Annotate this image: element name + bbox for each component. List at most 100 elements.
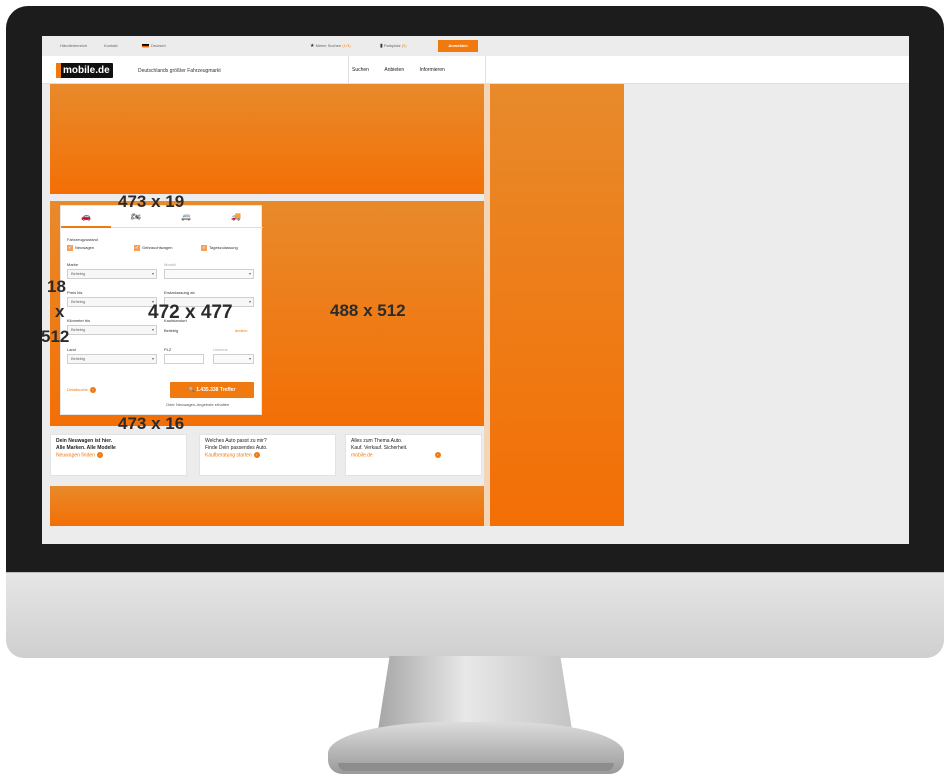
nav-item-offer[interactable]: Anbieten	[384, 67, 404, 73]
radius-select[interactable]: ▾	[213, 354, 254, 364]
detail-search-link[interactable]: Detailsuche ›	[67, 387, 96, 393]
make-label: Marke	[67, 262, 79, 267]
country-label: Land	[67, 347, 76, 352]
dimension-label-panel: 472 x 477	[148, 302, 233, 323]
chevron-down-icon: ▾	[248, 299, 251, 304]
promo-subtitle: Finde Dein passendes Auto.	[205, 445, 268, 451]
show-results-button[interactable]: 🔍 1.435.338 Treffer	[170, 382, 254, 398]
price-label: Preis bis	[67, 290, 83, 295]
language-selector[interactable]: Deutsch	[142, 43, 166, 48]
saved-searches-link[interactable]: ★ Meine Suchen (1/3)	[310, 43, 351, 49]
site-logo[interactable]: mobile.de	[56, 63, 113, 78]
logo-text: mobile.de	[63, 65, 110, 76]
mileage-label: Kilometer bis	[67, 318, 91, 323]
price-select[interactable]: Beliebig ▾	[67, 297, 157, 307]
ad-skyscraper	[490, 84, 624, 526]
checkmark-icon: ✓	[67, 245, 73, 251]
stage: Händlerbereich Kontakt Deutsch ★ Meine S…	[0, 0, 950, 776]
site-tagline: Deutschlands größter Fahrzeugmarkt	[138, 68, 221, 74]
arrow-right-icon: ›	[253, 452, 260, 458]
promo-cta-label: mobile.de	[351, 452, 373, 459]
checkbox-new[interactable]: ✓ Neuwagen	[67, 245, 94, 251]
results-count: 1.435.338 Treffer	[196, 387, 236, 393]
contact-link[interactable]: Kontakt	[104, 43, 118, 48]
country-value: Beliebig	[71, 356, 86, 361]
arrow-right-icon: ›	[89, 387, 96, 393]
login-button[interactable]: Anmelden	[438, 40, 478, 52]
parked-link[interactable]: ▮ Parkplatz (0)	[380, 43, 407, 49]
promo-title: Welches Auto passt zu mir?	[205, 438, 267, 444]
parked-count: (0)	[401, 43, 407, 48]
checkbox-new-label: Neuwagen	[75, 245, 95, 251]
chevron-down-icon: ▾	[151, 356, 154, 361]
checkbox-used[interactable]: ✓ Gebrauchtwagen	[134, 245, 172, 251]
saved-searches-label: Meine Suchen	[315, 43, 342, 48]
chevron-down-icon: ▾	[248, 356, 251, 361]
monitor-stand-foot	[338, 763, 614, 771]
country-select[interactable]: Beliebig ▾	[67, 354, 157, 364]
language-label: Deutsch	[151, 43, 166, 48]
dealer-link[interactable]: Händlerbereich	[60, 43, 87, 48]
search-icon: 🔍	[188, 387, 195, 393]
detail-search-label: Detailsuche	[67, 387, 88, 393]
site-header: mobile.de Deutschlands größter Fahrzeugm…	[42, 56, 909, 84]
nav-divider-end	[485, 56, 486, 84]
monitor-chin	[6, 572, 944, 658]
ad-banner-bottom	[50, 486, 484, 526]
arrow-right-icon: ›	[96, 452, 103, 458]
zip-input[interactable]	[164, 354, 204, 364]
mileage-select[interactable]: Beliebig ▾	[67, 325, 157, 335]
promo-subtitle: Alle Marken. Alle Modelle	[56, 445, 116, 451]
dimension-label-side: 488 x 512	[330, 301, 406, 320]
promo-cta[interactable]: Kaufberatung starten ›	[205, 452, 330, 459]
parked-label: Parkplatz	[383, 43, 401, 48]
screen: Händlerbereich Kontakt Deutsch ★ Meine S…	[42, 36, 909, 544]
price-value: Beliebig	[71, 299, 86, 304]
parking-icon: ▮	[380, 43, 383, 49]
ad-banner-top	[50, 84, 484, 194]
car-icon[interactable]: 🚗	[61, 206, 111, 228]
promo-advice[interactable]: Welches Auto passt zu mir? Finde Dein pa…	[199, 434, 336, 476]
promo-cta-label: Kaufberatung starten	[205, 452, 252, 459]
dimension-label-left-x: x	[55, 302, 65, 321]
dimension-label-bottom: 473 x 16	[118, 414, 185, 433]
promo-subtitle: Kauf. Verkauf. Sicherheit.	[351, 445, 408, 451]
utility-bar: Händlerbereich Kontakt Deutsch ★ Meine S…	[42, 36, 909, 56]
model-label: Modell	[164, 262, 176, 267]
checkbox-daily-reg[interactable]: ✓ Tageszulassung	[201, 245, 238, 251]
truck-icon[interactable]: 🚚	[211, 206, 261, 228]
dimension-label-top: 473 x 19	[118, 192, 185, 211]
dimension-label-left-a: 18	[47, 277, 66, 296]
location-value: Beliebig	[164, 328, 179, 333]
checkmark-icon: ✓	[201, 245, 207, 251]
monitor-stand-neck	[378, 656, 572, 730]
chevron-down-icon: ▾	[248, 271, 251, 276]
make-value: Beliebig	[71, 271, 86, 276]
mileage-value: Beliebig	[71, 327, 86, 332]
checkmark-icon: ✓	[134, 245, 140, 251]
promo-cta-label: Neuwagen finden	[56, 452, 95, 459]
new-car-offers-link[interactable]: Oder Neuwagen-Angebote erhalten	[166, 402, 229, 407]
promo-title: Dein Neuwagen ist hier.	[56, 438, 113, 444]
nav-divider	[348, 56, 349, 84]
model-select[interactable]: ▾	[164, 269, 254, 279]
nav-item-search[interactable]: Suchen	[352, 67, 369, 73]
dimension-label-left-b: 512	[41, 327, 70, 346]
zip-label: PLZ	[164, 347, 172, 352]
chevron-down-icon: ▾	[151, 327, 154, 332]
logo-accent	[56, 63, 61, 78]
main-nav: Suchen Anbieten Informieren	[352, 67, 459, 73]
condition-label: Fahrzeugzustand	[67, 237, 98, 242]
make-select[interactable]: Beliebig ▾	[67, 269, 157, 279]
checkbox-used-label: Gebrauchtwagen	[142, 245, 173, 251]
promo-new-cars[interactable]: Dein Neuwagen ist hier. Alle Marken. All…	[50, 434, 187, 476]
location-change-link[interactable]: ändern	[235, 328, 247, 333]
promo-mobile[interactable]: Alles zum Thema Auto. Kauf. Verkauf. Sic…	[345, 434, 482, 476]
first-registration-label: Erstzulassung ab	[164, 290, 195, 295]
chevron-down-icon: ▾	[151, 271, 154, 276]
nav-item-info[interactable]: Informieren	[420, 67, 445, 73]
promo-cta[interactable]: Neuwagen finden ›	[56, 452, 181, 459]
radius-label: Umkreis	[213, 347, 228, 352]
star-icon: ★	[310, 43, 315, 49]
promo-cta[interactable]: mobile.de ›	[351, 452, 476, 459]
